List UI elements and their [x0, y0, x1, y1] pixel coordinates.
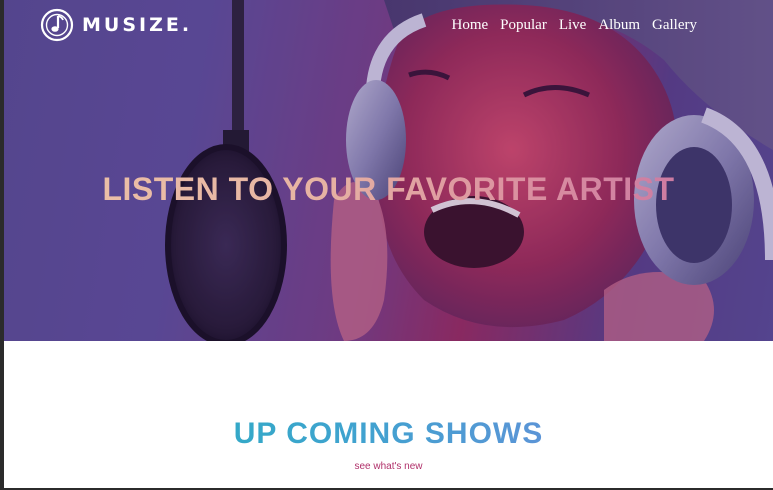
- nav-link-home[interactable]: Home: [452, 17, 489, 34]
- nav-menu: Home Popular Live Album Gallery: [452, 17, 698, 34]
- hero-title: LISTEN TO YOUR FAVORITE ARTIST: [4, 171, 773, 208]
- page: MUSIZE. Home Popular Live Album Gallery …: [4, 0, 773, 488]
- brand-logo[interactable]: MUSIZE.: [40, 8, 192, 42]
- nav-link-gallery[interactable]: Gallery: [652, 17, 697, 34]
- section-subtitle: see what's new: [354, 461, 423, 472]
- upcoming-shows-section: UP COMING SHOWS see what's new: [4, 341, 773, 488]
- nav-link-live[interactable]: Live: [559, 17, 587, 34]
- brand-name: MUSIZE.: [82, 14, 193, 36]
- nav-link-album[interactable]: Album: [598, 17, 640, 34]
- navbar: MUSIZE. Home Popular Live Album Gallery: [4, 0, 773, 52]
- nav-link-popular[interactable]: Popular: [500, 17, 547, 34]
- music-note-circle-icon: [40, 8, 74, 42]
- hero-section: MUSIZE. Home Popular Live Album Gallery …: [4, 0, 773, 341]
- section-title: UP COMING SHOWS: [4, 417, 773, 451]
